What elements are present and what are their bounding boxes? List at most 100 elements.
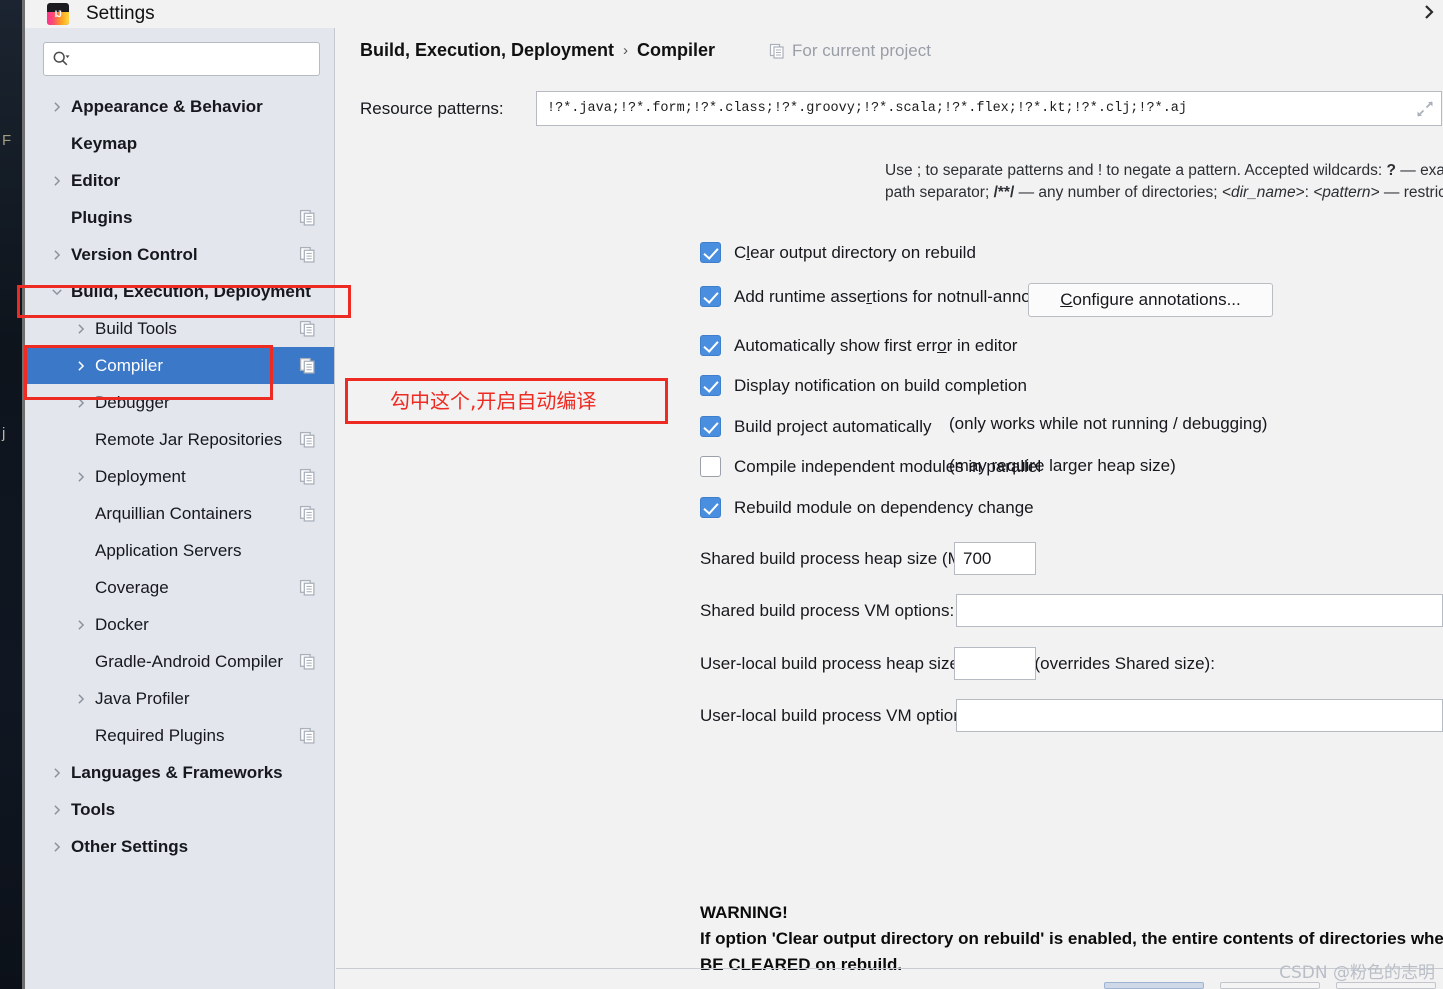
- parallel-compile-note: (may require larger heap size): [949, 456, 1176, 475]
- chevron-right-icon[interactable]: [47, 837, 67, 857]
- sidebar-item-compiler[interactable]: Compiler: [25, 347, 334, 384]
- warning-title: WARNING!: [700, 903, 788, 922]
- sidebar-item-plugins[interactable]: Plugins: [25, 199, 334, 236]
- project-scope-note: For current project: [769, 41, 931, 61]
- copy-icon: [299, 320, 315, 337]
- chevron-right-icon[interactable]: [50, 840, 64, 854]
- breadcrumb-separator: ›: [623, 42, 629, 59]
- sidebar-item-docker[interactable]: Docker: [25, 606, 334, 643]
- cancel-button-partial[interactable]: [1220, 982, 1320, 989]
- sidebar-item-keymap[interactable]: Keymap: [25, 125, 334, 162]
- checkbox-label: Automatically show first error in editor: [734, 335, 1018, 355]
- field-input-1[interactable]: [956, 594, 1443, 627]
- intellij-logo-label: IJ: [54, 9, 62, 19]
- sidebar-item-arquillian-containers[interactable]: Arquillian Containers: [25, 495, 334, 532]
- sidebar-item-label: Gradle-Android Compiler: [95, 651, 284, 671]
- copy-icon: [299, 579, 315, 596]
- expand-icon[interactable]: [1415, 99, 1435, 119]
- chevron-right-icon[interactable]: [50, 766, 64, 780]
- sidebar-item-label: Deployment: [95, 466, 186, 486]
- field-input-2[interactable]: [954, 647, 1036, 680]
- chevron-right-icon[interactable]: [71, 356, 91, 376]
- checkbox-checked-icon[interactable]: [700, 375, 721, 396]
- chevron-right-icon[interactable]: [50, 100, 64, 114]
- copy-icon: [769, 43, 784, 59]
- chevron-right-icon[interactable]: [74, 470, 88, 484]
- hint-part-2: — exactly one symbol;: [1400, 162, 1443, 179]
- chevron-right-icon[interactable]: [71, 393, 91, 413]
- background-ghost-text-a: F: [2, 132, 12, 149]
- chevron-right-icon[interactable]: [74, 359, 88, 373]
- sidebar-item-label: Required Plugins: [95, 725, 225, 745]
- breadcrumb-parent[interactable]: Build, Execution, Deployment: [360, 40, 614, 61]
- chevron-right-icon[interactable]: [47, 171, 67, 191]
- chevron-right-icon[interactable]: [71, 467, 91, 487]
- chevron-right-icon[interactable]: [47, 97, 67, 117]
- copy-icon: [299, 468, 315, 485]
- sidebar-item-gradle-android-compiler[interactable]: Gradle-Android Compiler: [25, 643, 334, 680]
- sidebar-item-required-plugins[interactable]: Required Plugins: [25, 717, 334, 754]
- sidebar-item-debugger[interactable]: Debugger: [25, 384, 334, 421]
- sidebar-item-coverage[interactable]: Coverage: [25, 569, 334, 606]
- sidebar-item-application-servers[interactable]: Application Servers: [25, 532, 334, 569]
- sidebar-item-java-profiler[interactable]: Java Profiler: [25, 680, 334, 717]
- settings-tree: Appearance & Behavior Keymap Editor Plugins…: [25, 84, 334, 865]
- field-input-0[interactable]: 700: [954, 542, 1036, 575]
- sidebar-item-languages-frameworks[interactable]: Languages & Frameworks: [25, 754, 334, 791]
- checkbox-checked-icon[interactable]: [700, 416, 721, 437]
- chevron-right-icon[interactable]: [47, 763, 67, 783]
- annotation-chinese-note: 勾中这个,开启自动编译: [390, 389, 597, 413]
- sidebar-item-build-tools[interactable]: Build Tools: [25, 310, 334, 347]
- sidebar-item-label: Editor: [71, 170, 121, 190]
- checkbox-checked-icon[interactable]: [700, 242, 721, 263]
- chevron-right-icon[interactable]: [74, 692, 88, 706]
- sidebar-item-version-control[interactable]: Version Control: [25, 236, 334, 273]
- field-value-0: 700: [963, 548, 992, 568]
- sidebar-item-build-execution-deployment[interactable]: Build, Execution, Deployment: [25, 273, 334, 310]
- project-scope-label: For current project: [792, 40, 931, 60]
- copy-icon: [299, 505, 315, 522]
- sidebar-item-editor[interactable]: Editor: [25, 162, 334, 199]
- checkbox-checked-icon[interactable]: [700, 286, 721, 307]
- chevron-right-icon[interactable]: [47, 800, 67, 820]
- ok-button-partial[interactable]: [1104, 982, 1204, 989]
- apply-button-partial[interactable]: [1336, 982, 1436, 989]
- chevron-right-icon[interactable]: [71, 319, 91, 339]
- sidebar-item-deployment[interactable]: Deployment: [25, 458, 334, 495]
- chevron-right-icon[interactable]: [71, 689, 91, 709]
- checkbox-row-clear-output-directory-on-rebuild[interactable]: Clear output directory on rebuild: [700, 242, 976, 263]
- sidebar-item-label: Keymap: [71, 133, 138, 153]
- chevron-right-icon[interactable]: [74, 396, 88, 410]
- search-box[interactable]: [43, 42, 320, 76]
- checkbox-row-automatically-show-first-error-in-editor[interactable]: Automatically show first error in editor: [700, 335, 1017, 356]
- chevron-right-icon[interactable]: [50, 174, 64, 188]
- configure-annotations-button[interactable]: Configure annotations...: [1028, 283, 1273, 317]
- chevron-right-icon[interactable]: [47, 245, 67, 265]
- chevron-right-icon[interactable]: [1419, 2, 1439, 22]
- checkbox-row-build-project-automatically[interactable]: Build project automatically: [700, 416, 931, 437]
- checkbox-checked-icon[interactable]: [700, 497, 721, 518]
- field-input-3[interactable]: [956, 699, 1443, 732]
- checkbox-label: Build project automatically: [734, 416, 932, 436]
- checkbox-unchecked-icon[interactable]: [700, 456, 721, 477]
- search-input[interactable]: [74, 50, 311, 68]
- hint-dirname-token: <dir_name>: [1221, 184, 1305, 201]
- chevron-right-icon[interactable]: [74, 618, 88, 632]
- chevron-right-icon[interactable]: [71, 615, 91, 635]
- chevron-right-icon[interactable]: [50, 803, 64, 817]
- sidebar-search-wrap: [25, 28, 334, 84]
- chevron-right-icon[interactable]: [74, 322, 88, 336]
- sidebar-item-tools[interactable]: Tools: [25, 791, 334, 828]
- background-ide-strip: F j: [0, 0, 22, 989]
- sidebar-item-remote-jar-repositories[interactable]: Remote Jar Repositories: [25, 421, 334, 458]
- chevron-down-icon[interactable]: [47, 282, 67, 302]
- sidebar-item-other-settings[interactable]: Other Settings: [25, 828, 334, 865]
- chevron-down-icon[interactable]: [50, 285, 64, 299]
- checkbox-row-display-notification-on-build-completion[interactable]: Display notification on build completion: [700, 375, 1027, 396]
- sidebar-item-label: Appearance & Behavior: [71, 96, 263, 116]
- checkbox-checked-icon[interactable]: [700, 335, 721, 356]
- checkbox-row-rebuild-module-on-dependency-change[interactable]: Rebuild module on dependency change: [700, 497, 1034, 518]
- resource-patterns-field[interactable]: !?*.java;!?*.form;!?*.class;!?*.groovy;!…: [536, 91, 1442, 126]
- chevron-right-icon[interactable]: [50, 248, 64, 262]
- sidebar-item-appearance-behavior[interactable]: Appearance & Behavior: [25, 88, 334, 125]
